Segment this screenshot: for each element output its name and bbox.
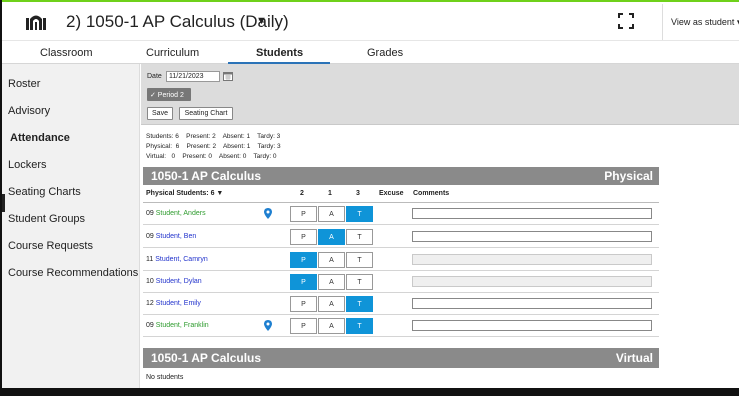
sidebar-item-student-groups[interactable]: Student Groups bbox=[8, 213, 85, 225]
student-grade: 09 bbox=[146, 210, 154, 217]
comment-field[interactable] bbox=[412, 298, 652, 309]
student-row: 09 Student, Anders P A T bbox=[143, 203, 659, 225]
student-row: 12 Student, Emily P A T bbox=[143, 293, 659, 315]
virtual-section-header: 1050-1 AP Calculus Virtual bbox=[143, 348, 659, 368]
student-name[interactable]: Student, Camryn bbox=[155, 256, 208, 263]
student-name-link[interactable]: 10 Student, Dylan bbox=[146, 278, 202, 285]
student-name[interactable]: Student, Emily bbox=[156, 300, 201, 307]
campus-logo-icon[interactable] bbox=[26, 12, 46, 30]
student-name[interactable]: Student, Ben bbox=[156, 233, 196, 240]
student-name[interactable]: Student, Anders bbox=[156, 210, 206, 217]
attendance-t-button[interactable]: T bbox=[346, 252, 373, 268]
student-grade: 12 bbox=[146, 300, 154, 307]
student-grade: 11 bbox=[146, 256, 154, 263]
caret-down-icon[interactable]: ▼ bbox=[256, 15, 267, 27]
tab-students[interactable]: Students bbox=[256, 41, 303, 64]
date-label: Date bbox=[147, 73, 162, 80]
comment-field[interactable] bbox=[412, 254, 652, 265]
section-kind: Virtual bbox=[615, 351, 653, 365]
student-row: 09 Student, Franklin P A T bbox=[143, 315, 659, 337]
attendance-a-button[interactable]: A bbox=[318, 252, 345, 268]
attendance-t-button[interactable]: T bbox=[346, 229, 373, 245]
period-2-button[interactable]: ✓ Period 2 bbox=[147, 88, 191, 101]
tab-grades[interactable]: Grades bbox=[367, 41, 403, 64]
counts-virtual: Virtual: 0 Present: 0 Absent: 0 Tardy: 0 bbox=[146, 153, 277, 160]
view-as-student-button[interactable]: View as student ▾ bbox=[662, 4, 739, 40]
comment-field[interactable] bbox=[412, 231, 652, 242]
comment-field[interactable] bbox=[412, 320, 652, 331]
student-row: 11 Student, Camryn P A T bbox=[143, 249, 659, 271]
attendance-t-button[interactable]: T bbox=[346, 274, 373, 290]
section-title: 1050-1 AP Calculus bbox=[151, 169, 262, 183]
student-name[interactable]: Student, Franklin bbox=[156, 322, 209, 329]
attendance-p-button[interactable]: P bbox=[290, 296, 317, 312]
sidebar-item-course-requests[interactable]: Course Requests bbox=[8, 240, 93, 252]
sidebar-item-course-recommendations[interactable]: Course Recommendations bbox=[8, 267, 138, 279]
student-name-link[interactable]: 12 Student, Emily bbox=[146, 300, 201, 307]
student-name-link[interactable]: 11 Student, Camryn bbox=[146, 256, 208, 263]
physical-students-filter[interactable]: Physical Students: 6 ▼ bbox=[146, 190, 223, 197]
attendance-t-button[interactable]: T bbox=[346, 318, 373, 334]
student-name-link[interactable]: 09 Student, Ben bbox=[146, 233, 196, 240]
sidebar-item-roster[interactable]: Roster bbox=[8, 78, 40, 90]
location-pin-icon[interactable] bbox=[264, 208, 272, 219]
tab-classroom[interactable]: Classroom bbox=[40, 41, 93, 64]
section-title: 1050-1 AP Calculus bbox=[151, 351, 262, 365]
attendance-a-button[interactable]: A bbox=[318, 229, 345, 245]
tab-curriculum[interactable]: Curriculum bbox=[146, 41, 199, 64]
column-header-3: 3 bbox=[356, 190, 360, 197]
attendance-p-button[interactable]: P bbox=[290, 206, 317, 222]
sidebar-item-lockers[interactable]: Lockers bbox=[8, 159, 47, 171]
sidebar: Roster Advisory Attendance Lockers Seati… bbox=[2, 64, 140, 388]
student-grade: 10 bbox=[146, 278, 154, 285]
column-header-excuse: Excuse bbox=[379, 190, 404, 197]
counts-students: Students: 6 Present: 2 Absent: 1 Tardy: … bbox=[146, 133, 281, 140]
window-bottom-edge bbox=[0, 388, 739, 396]
sidebar-item-seating-charts[interactable]: Seating Charts bbox=[8, 186, 81, 198]
attendance-a-button[interactable]: A bbox=[318, 206, 345, 222]
date-field[interactable]: 11/21/2023 bbox=[166, 71, 220, 82]
attendance-a-button[interactable]: A bbox=[318, 296, 345, 312]
seating-chart-button[interactable]: Seating Chart bbox=[179, 107, 233, 120]
sidebar-item-attendance[interactable]: Attendance bbox=[10, 132, 70, 144]
comment-field[interactable] bbox=[412, 276, 652, 287]
attendance-a-button[interactable]: A bbox=[318, 274, 345, 290]
attendance-toolbar: Date 11/21/2023 ✓ Period 2 Save Seating … bbox=[141, 64, 739, 125]
section-kind: Physical bbox=[604, 169, 653, 183]
physical-section-header: 1050-1 AP Calculus Physical bbox=[143, 167, 659, 185]
attendance-t-button[interactable]: T bbox=[346, 206, 373, 222]
no-students-text: No students bbox=[146, 374, 184, 381]
location-pin-icon[interactable] bbox=[264, 320, 272, 331]
student-grade: 09 bbox=[146, 322, 154, 329]
student-grade: 09 bbox=[146, 233, 154, 240]
app-header: 2) 1050-1 AP Calculus (Daily) ▼ View as … bbox=[2, 2, 739, 40]
attendance-p-button[interactable]: P bbox=[290, 229, 317, 245]
save-button[interactable]: Save bbox=[147, 107, 173, 120]
sidebar-item-advisory[interactable]: Advisory bbox=[8, 105, 50, 117]
student-name-link[interactable]: 09 Student, Anders bbox=[146, 210, 206, 217]
student-name-link[interactable]: 09 Student, Franklin bbox=[146, 322, 209, 329]
counts-physical: Physical: 6 Present: 2 Absent: 1 Tardy: … bbox=[146, 143, 281, 150]
column-header-comments: Comments bbox=[413, 190, 450, 197]
tab-bar: Classroom Curriculum Students Grades bbox=[2, 40, 739, 64]
expand-icon[interactable] bbox=[618, 13, 634, 29]
student-row: 09 Student, Ben P A T bbox=[143, 226, 659, 248]
column-header-2: 2 bbox=[300, 190, 304, 197]
calendar-icon[interactable] bbox=[223, 72, 233, 81]
column-header-1: 1 bbox=[328, 190, 332, 197]
student-row: 10 Student, Dylan P A T bbox=[143, 271, 659, 293]
attendance-p-button[interactable]: P bbox=[290, 274, 317, 290]
attendance-p-button[interactable]: P bbox=[290, 252, 317, 268]
attendance-p-button[interactable]: P bbox=[290, 318, 317, 334]
attendance-a-button[interactable]: A bbox=[318, 318, 345, 334]
attendance-t-button[interactable]: T bbox=[346, 296, 373, 312]
sidebar-active-indicator bbox=[2, 194, 5, 212]
comment-field[interactable] bbox=[412, 208, 652, 219]
student-name[interactable]: Student, Dylan bbox=[156, 278, 202, 285]
